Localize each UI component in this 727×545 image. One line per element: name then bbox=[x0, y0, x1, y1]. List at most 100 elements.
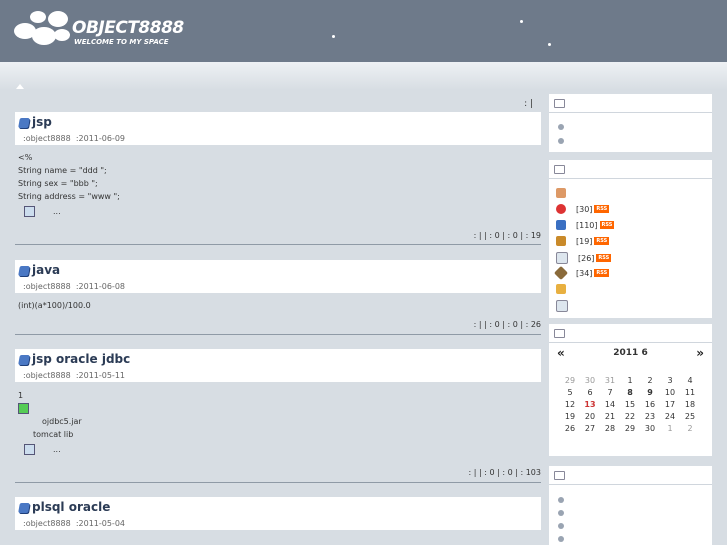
read-more-icon[interactable] bbox=[24, 444, 35, 455]
top-links[interactable]: : | bbox=[524, 99, 533, 109]
category-count[interactable]: [26] bbox=[578, 254, 594, 263]
site-title[interactable]: OBJECT8888 bbox=[72, 18, 184, 38]
calendar-day[interactable]: 6 bbox=[580, 388, 600, 397]
calendar-day[interactable]: 15 bbox=[620, 400, 640, 409]
calendar-day[interactable]: 9 bbox=[640, 388, 660, 397]
calendar-day[interactable]: 1 bbox=[660, 424, 680, 433]
calendar-day[interactable]: 28 bbox=[600, 424, 620, 433]
calendar-day[interactable]: 21 bbox=[600, 412, 620, 421]
calendar-day[interactable]: 3 bbox=[660, 376, 680, 385]
post-footer: : | | : 0 | : 0 | : 19 bbox=[473, 231, 541, 240]
calendar-day[interactable]: 13 bbox=[580, 400, 600, 409]
post-line: String sex = "bbb "; bbox=[18, 179, 98, 188]
read-more-link[interactable]: ... bbox=[53, 445, 61, 454]
notes-link[interactable] bbox=[556, 300, 578, 312]
post-author[interactable]: :object8888 bbox=[23, 134, 71, 143]
calendar-day[interactable]: 8 bbox=[620, 388, 640, 397]
calendar-day[interactable]: 22 bbox=[620, 412, 640, 421]
rss-icon[interactable]: RSS bbox=[594, 269, 610, 277]
post-line: tomcat lib bbox=[33, 430, 74, 439]
calendar-day[interactable]: 16 bbox=[640, 400, 660, 409]
calendar-day[interactable]: 2 bbox=[640, 376, 660, 385]
rss-icon[interactable]: RSS bbox=[596, 254, 612, 262]
post-line: 1 bbox=[18, 391, 24, 400]
post-meta: :object8888 :2011-06-09 bbox=[23, 134, 125, 143]
star-decoration bbox=[520, 20, 523, 23]
category-count[interactable]: [34] bbox=[576, 269, 592, 278]
post-header: jsp oracle jdbc :object8888 :2011-05-11 bbox=[15, 349, 541, 382]
post-title[interactable]: java bbox=[32, 263, 60, 277]
save-icon[interactable] bbox=[18, 403, 29, 414]
post-title[interactable]: jsp oracle jdbc bbox=[32, 352, 130, 366]
diamond-icon bbox=[553, 265, 569, 281]
calendar-day[interactable]: 20 bbox=[580, 412, 600, 421]
notes-icon bbox=[556, 300, 568, 312]
calendar-day[interactable]: 10 bbox=[660, 388, 680, 397]
calendar-day[interactable]: 24 bbox=[660, 412, 680, 421]
calendar-day[interactable]: 30 bbox=[580, 376, 600, 385]
calendar-day[interactable]: 19 bbox=[560, 412, 580, 421]
calendar-day[interactable]: 23 bbox=[640, 412, 660, 421]
arrow-icon bbox=[554, 99, 565, 108]
read-more-icon[interactable] bbox=[24, 206, 35, 217]
category-item[interactable]: [26] RSS bbox=[556, 252, 612, 264]
calendar-day[interactable]: 2 bbox=[680, 424, 700, 433]
category-item[interactable]: [30] RSS bbox=[556, 204, 610, 214]
category-count[interactable]: [110] bbox=[576, 221, 598, 230]
arrow-icon bbox=[554, 471, 565, 480]
rss-icon[interactable]: RSS bbox=[594, 237, 610, 245]
post-author[interactable]: :object8888 bbox=[23, 371, 71, 380]
calendar-day[interactable]: 1 bbox=[620, 376, 640, 385]
category-item[interactable]: [34] RSS bbox=[553, 265, 610, 281]
post-author[interactable]: :object8888 bbox=[23, 282, 71, 291]
calendar-day[interactable]: 29 bbox=[620, 424, 640, 433]
post-title[interactable]: jsp bbox=[32, 115, 52, 129]
post-meta: :object8888 :2011-06-08 bbox=[23, 282, 125, 291]
category-count[interactable]: [19] bbox=[576, 237, 592, 246]
calendar-day[interactable]: 31 bbox=[600, 376, 620, 385]
calendar-day[interactable]: 25 bbox=[680, 412, 700, 421]
rss-icon[interactable]: RSS bbox=[599, 221, 615, 229]
site-header: OBJECT8888 WELCOME TO MY SPACE bbox=[0, 0, 727, 62]
arrow-icon bbox=[554, 329, 565, 338]
users-link[interactable] bbox=[556, 284, 576, 294]
attachment-link[interactable]: ojdbc5.jar bbox=[42, 415, 82, 428]
calendar-day[interactable]: 5 bbox=[560, 388, 580, 397]
nav-indicator-icon bbox=[16, 84, 24, 89]
document-icon bbox=[556, 252, 568, 264]
post-date: :2011-06-09 bbox=[75, 134, 125, 143]
bullet-icon bbox=[558, 497, 564, 503]
post-header: java :object8888 :2011-06-08 bbox=[15, 260, 541, 293]
calendar-day[interactable]: 7 bbox=[600, 388, 620, 397]
calendar-day[interactable]: 26 bbox=[560, 424, 580, 433]
rss-icon[interactable]: RSS bbox=[594, 205, 610, 213]
category-count[interactable]: [30] bbox=[576, 205, 592, 214]
calendar-day[interactable]: 17 bbox=[660, 400, 680, 409]
calendar-day[interactable]: 30 bbox=[640, 424, 660, 433]
book-icon bbox=[18, 266, 30, 276]
calendar-day[interactable]: 18 bbox=[680, 400, 700, 409]
category-item[interactable]: [110] RSS bbox=[556, 220, 615, 230]
home-link[interactable] bbox=[556, 188, 576, 198]
post-body: (int)(a*100)/100.0 bbox=[18, 299, 91, 312]
calendar-day[interactable]: 14 bbox=[600, 400, 620, 409]
book-icon bbox=[18, 503, 30, 513]
site-subtitle: WELCOME TO MY SPACE bbox=[74, 38, 169, 46]
read-more-link[interactable]: ... bbox=[53, 207, 61, 216]
calendar-next-button[interactable]: » bbox=[696, 346, 704, 360]
post-title[interactable]: plsql oracle bbox=[32, 500, 110, 514]
calendar-day[interactable]: 12 bbox=[560, 400, 580, 409]
calendar-day[interactable]: 29 bbox=[560, 376, 580, 385]
post-line: (int)(a*100)/100.0 bbox=[18, 301, 91, 310]
post-line: String name = "ddd "; bbox=[18, 166, 107, 175]
calendar-grid: 29 30 31 1 2 3 4 5 6 7 8 9 10 11 12 13 14 15 16 17 18 19 20 21 2… bbox=[560, 376, 712, 433]
calendar-day[interactable]: 27 bbox=[580, 424, 600, 433]
sidebar-calendar: « 2011 6 » 29 30 31 1 2 3 4 5 6 7 8 9 10 11 12 13 14 15 16… bbox=[549, 324, 712, 456]
users-icon bbox=[556, 284, 566, 294]
calendar-day[interactable]: 4 bbox=[680, 376, 700, 385]
calendar-day[interactable]: 11 bbox=[680, 388, 700, 397]
bullet-icon bbox=[558, 138, 564, 144]
post-author[interactable]: :object8888 bbox=[23, 519, 71, 528]
category-item[interactable]: [19] RSS bbox=[556, 236, 610, 246]
logo-icon[interactable] bbox=[12, 9, 70, 49]
